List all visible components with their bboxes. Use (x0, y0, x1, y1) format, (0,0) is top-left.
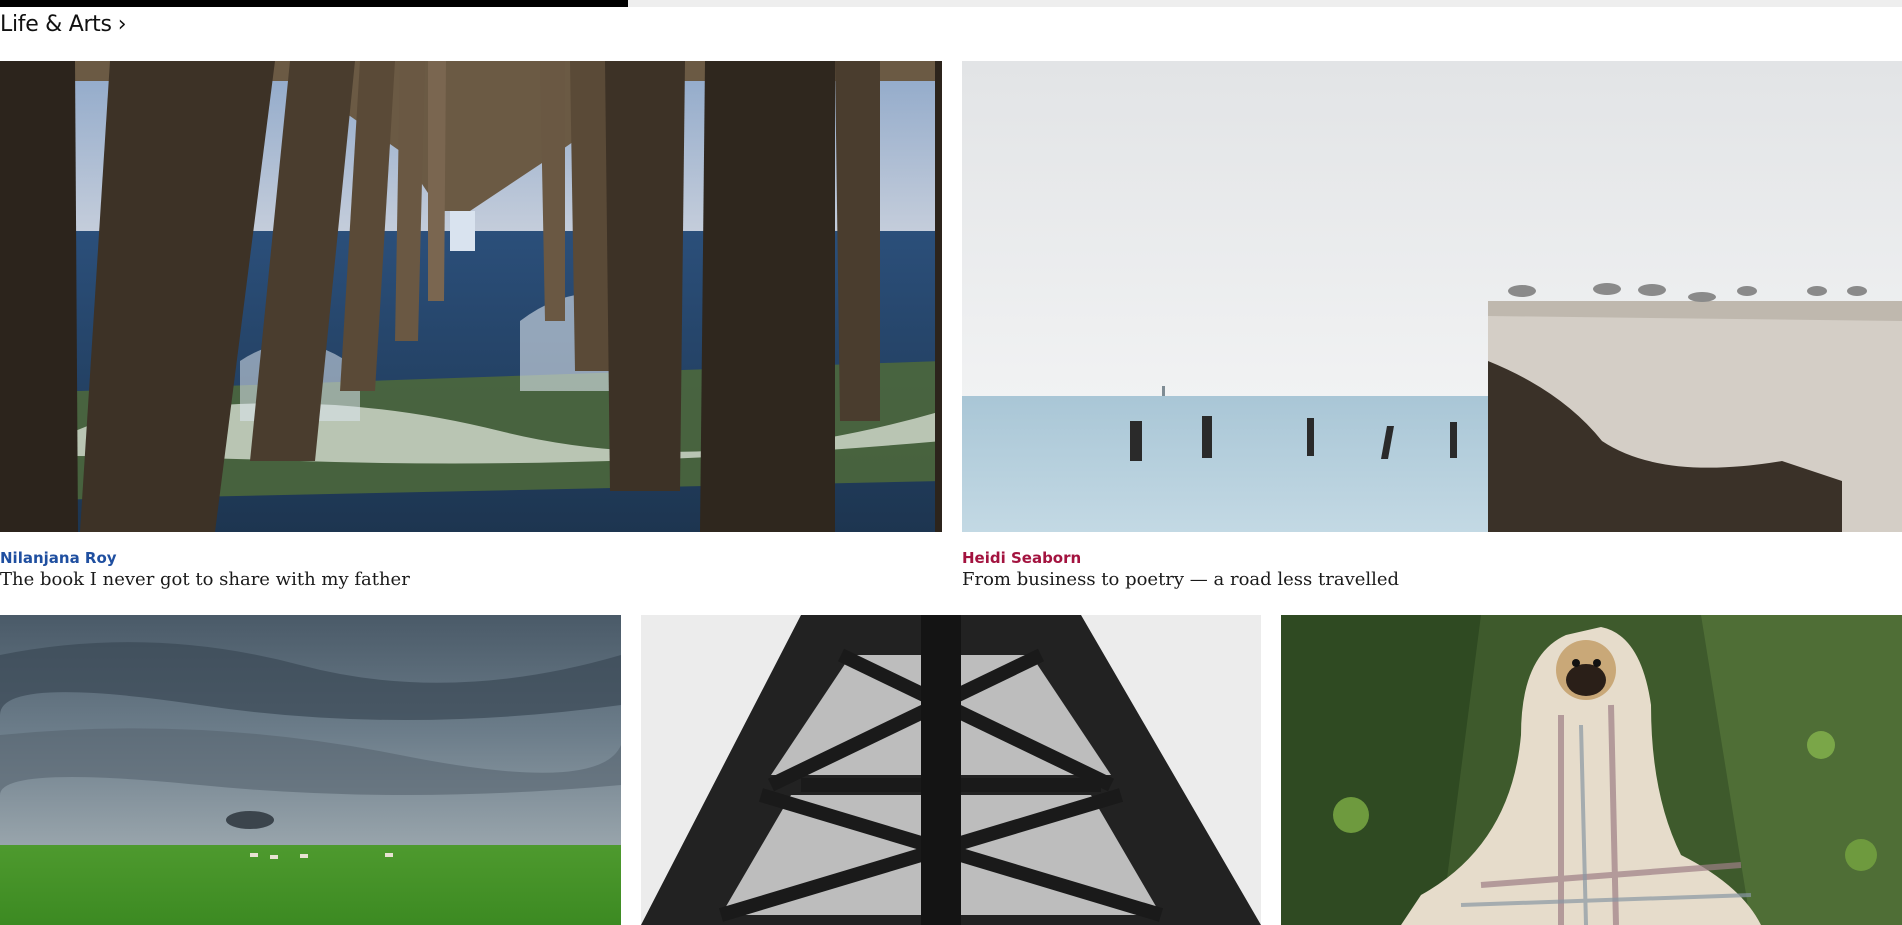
section-heading-life-arts[interactable]: Life & Arts › (0, 12, 126, 37)
article-card-father-book[interactable]: Nilanjana Roy The book I never got to sh… (0, 61, 942, 599)
article-author[interactable]: Nilanjana Roy (0, 549, 117, 567)
article-image (0, 615, 621, 925)
article-image (0, 61, 942, 532)
article-card-stormy-grassland[interactable] (0, 615, 621, 925)
article-image (962, 61, 1902, 532)
seagulls-on-concrete-pier-photo (962, 61, 1902, 532)
article-headline[interactable]: From business to poetry — a road less tr… (962, 569, 1399, 590)
pug-in-blanket-photo (1281, 615, 1902, 925)
reading-progress-fill (0, 0, 628, 7)
article-card-pug-blanket[interactable] (1281, 615, 1902, 925)
article-card-business-to-poetry[interactable]: Heidi Seaborn From business to poetry — … (962, 61, 1902, 599)
section-title: Life & Arts (0, 12, 112, 37)
stormy-sky-grassland-photo (0, 615, 621, 925)
chevron-right-icon: › (117, 12, 127, 37)
article-card-steel-tower[interactable] (641, 615, 1261, 925)
article-author[interactable]: Heidi Seaborn (962, 549, 1081, 567)
reading-progress-bar (0, 0, 1902, 7)
steel-tower-lattice-photo (641, 615, 1261, 925)
pier-pilings-waves-photo (0, 61, 942, 532)
article-headline[interactable]: The book I never got to share with my fa… (0, 569, 410, 590)
article-image (641, 615, 1261, 925)
article-image (1281, 615, 1902, 925)
